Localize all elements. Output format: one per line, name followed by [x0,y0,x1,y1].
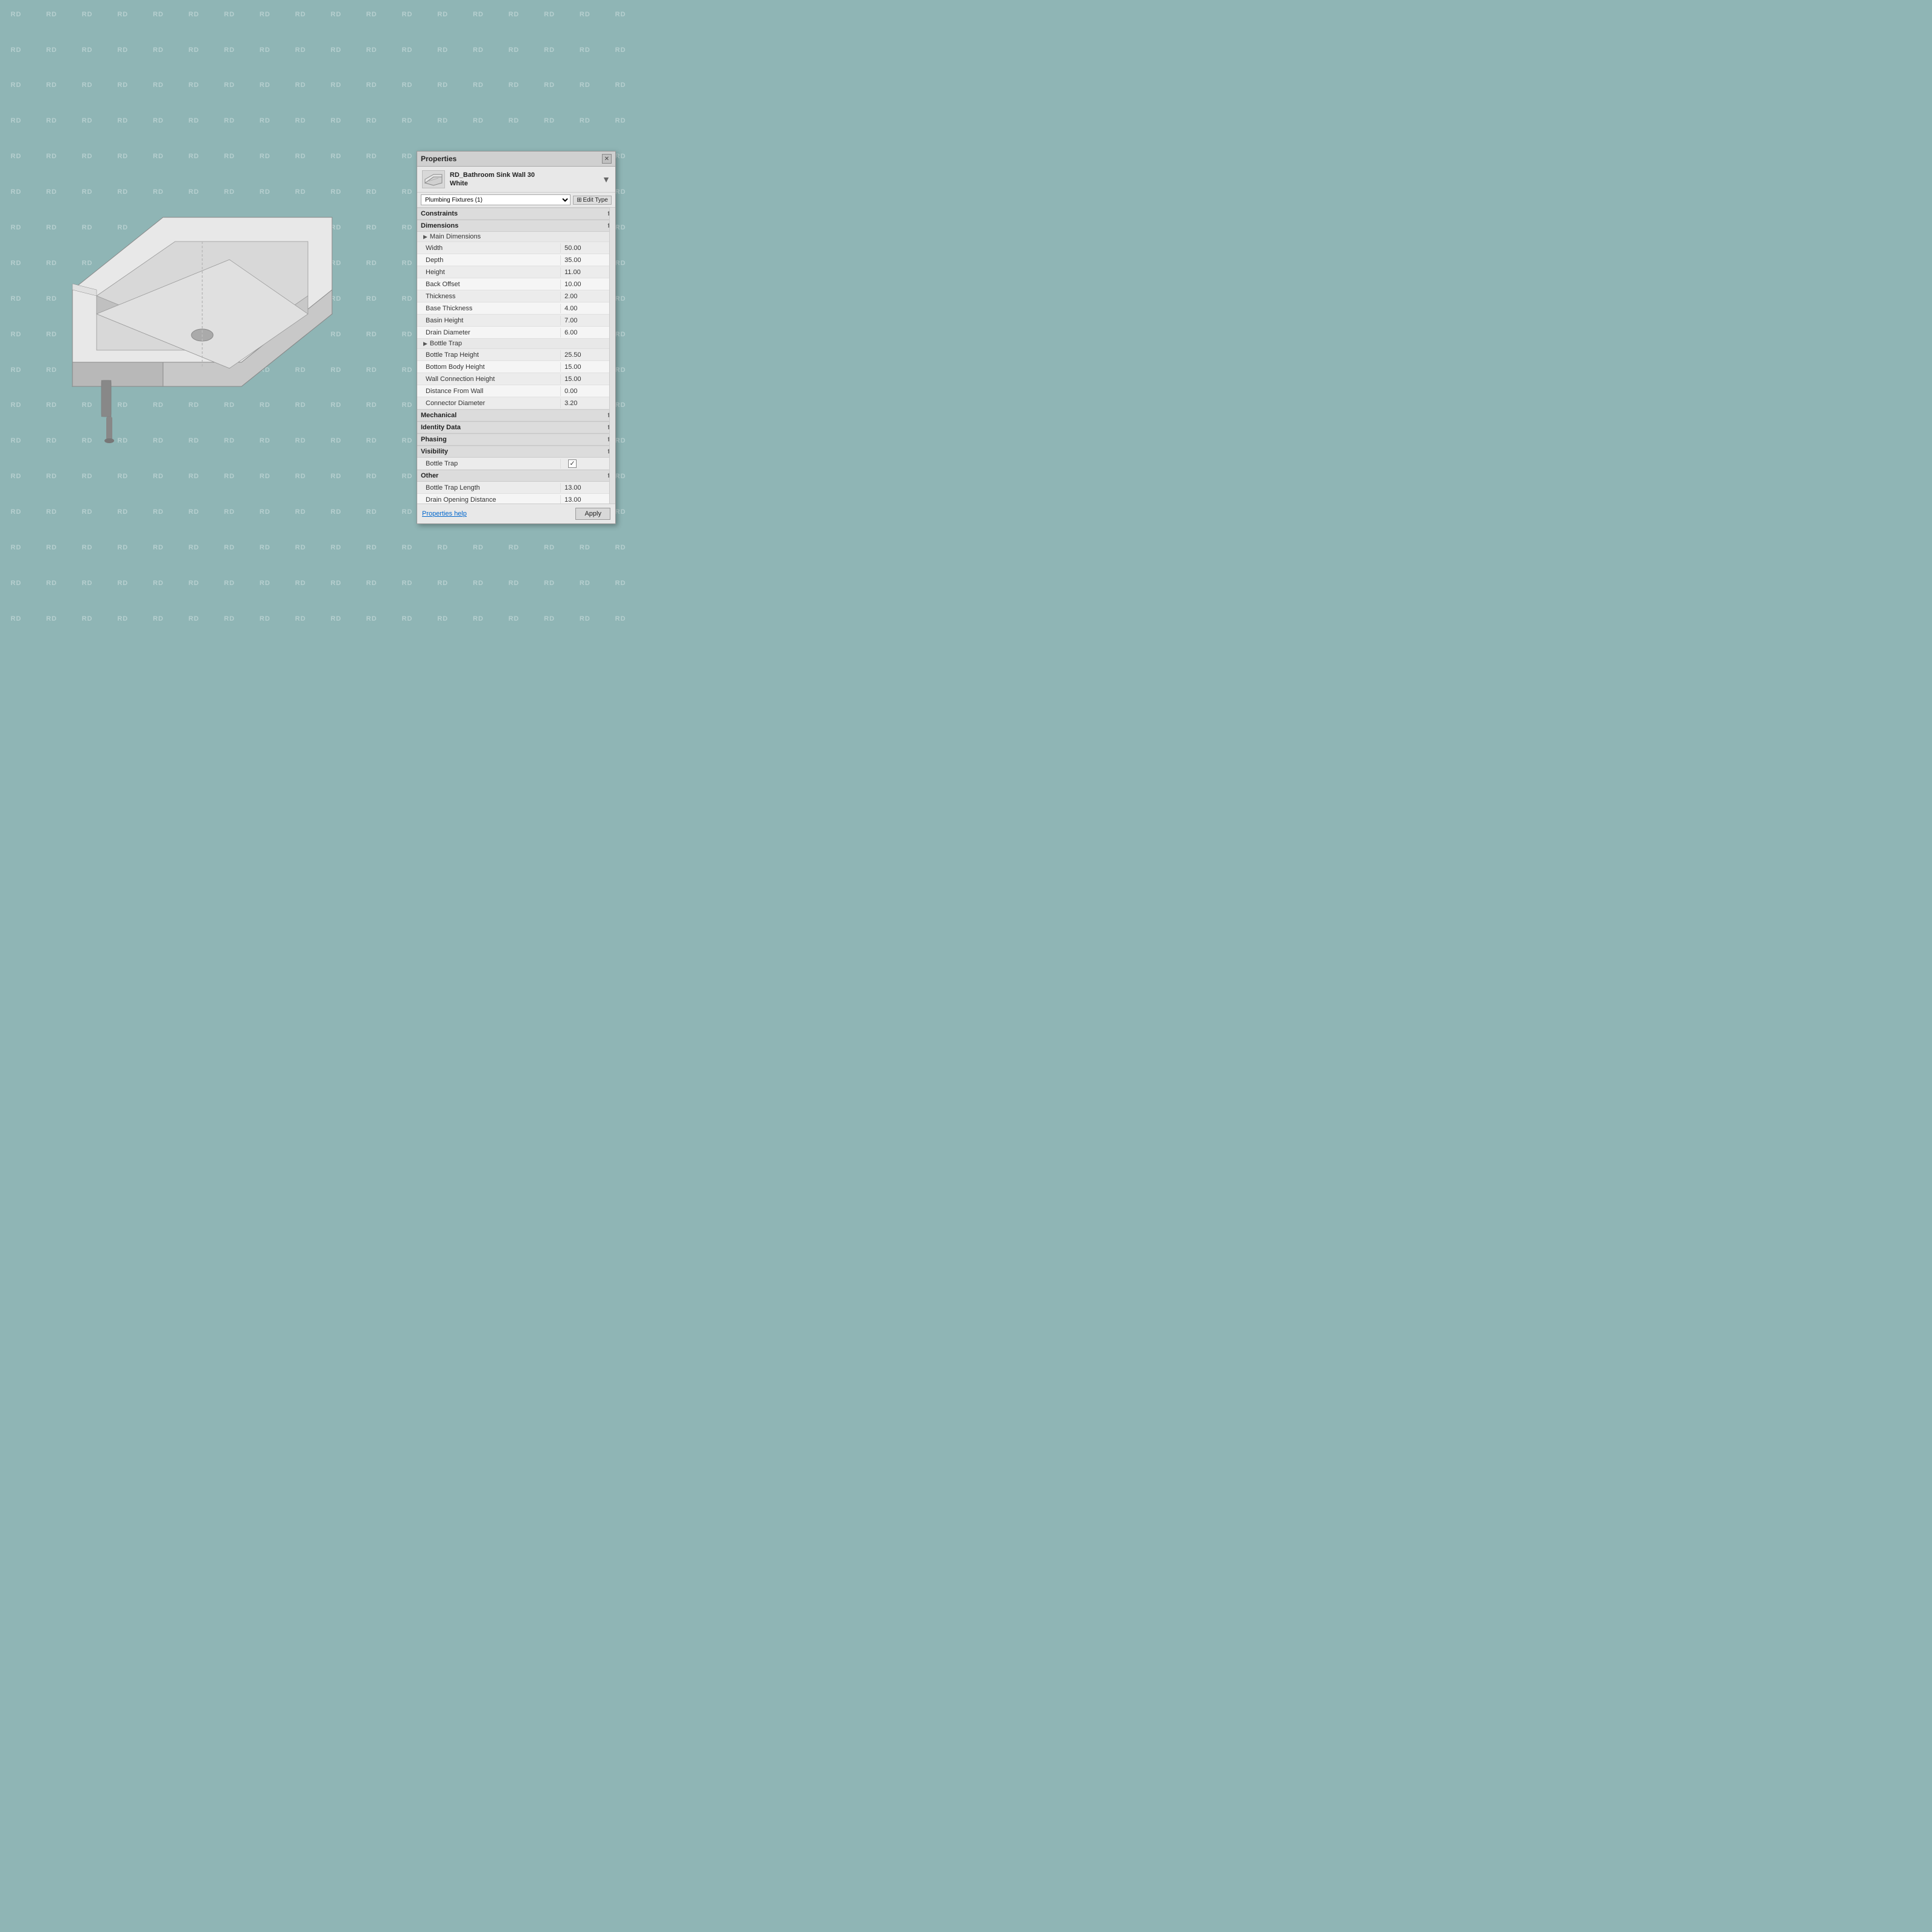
dropdown-arrow-icon[interactable]: ▼ [602,174,610,184]
prop-value[interactable]: 35.00 [561,255,615,265]
category-select[interactable]: Plumbing Fixtures (1) [421,194,571,205]
prop-label: Width [417,243,561,253]
sink-3d-illustration [36,181,374,459]
panel-titlebar: Properties ✕ [417,152,615,167]
prop-label: Wall Connection Height [417,374,561,384]
other-label: Other [421,472,438,479]
table-row: Bottle Trap Height 25.50 [417,349,615,361]
table-row: Thickness 2.00 [417,290,615,302]
table-row: Base Thickness 4.00 [417,302,615,315]
dimensions-section-header[interactable]: Dimensions ⬆ [417,220,615,232]
panel-footer: Properties help Apply [417,504,615,523]
bottle-trap-label: Bottle Trap [430,340,462,347]
other-section-header[interactable]: Other ⬆ [417,470,615,482]
prop-label: Basin Height [417,316,561,325]
prop-value[interactable]: 13.00 [561,483,615,493]
properties-panel: Properties ✕ RD_Bathroom Sink Wall 30 Wh… [417,151,616,524]
bottle-trap-visibility-value: ✓ [561,458,615,469]
table-row: Distance From Wall 0.00 [417,385,615,397]
main-dimensions-subsection[interactable]: ▶ Main Dimensions [417,232,615,242]
prop-value[interactable]: 15.00 [561,362,615,372]
table-row: Connector Diameter 3.20 [417,397,615,409]
visibility-label: Visibility [421,448,448,455]
bottle-trap-arrow: ▶ [423,341,427,347]
mechanical-section-header[interactable]: Mechanical ⬆ [417,409,615,421]
prop-value[interactable]: 25.50 [561,350,615,360]
table-row: Width 50.00 [417,242,615,254]
filter-dropdown-row: Plumbing Fixtures (1) ⊞ Edit Type [417,193,615,208]
panel-header: RD_Bathroom Sink Wall 30 White ▼ [417,167,615,193]
prop-label: Connector Diameter [417,398,561,408]
panel-body: Constraints ⬆ Dimensions ⬆ ▶ Main Dimens… [417,208,615,504]
prop-value[interactable]: 10.00 [561,280,615,289]
phasing-label: Phasing [421,436,447,443]
prop-value[interactable]: 50.00 [561,243,615,253]
visibility-section-header[interactable]: Visibility ⬆ [417,446,615,458]
other-rows: Bottle Trap Length 13.00 Drain Opening D… [417,482,615,504]
panel-title: Properties [421,155,456,163]
element-name: RD_Bathroom Sink Wall 30 White [450,171,535,188]
dimensions-label: Dimensions [421,222,458,229]
bottle-trap-subsection[interactable]: ▶ Bottle Trap [417,339,615,349]
bottle-trap-checkbox[interactable]: ✓ [568,459,577,468]
panel-body-scroll[interactable]: Constraints ⬆ Dimensions ⬆ ▶ Main Dimens… [417,208,615,504]
scrollbar[interactable] [609,208,615,504]
table-row: Depth 35.00 [417,254,615,266]
prop-value[interactable]: 0.00 [561,386,615,396]
element-name-line2: White [450,179,535,188]
prop-value[interactable]: 4.00 [561,304,615,313]
constraints-label: Constraints [421,210,458,217]
prop-label: Drain Diameter [417,328,561,337]
bottle-trap-visibility-label: Bottle Trap [417,459,561,469]
table-row: Bottle Trap Length 13.00 [417,482,615,494]
bottle-trap-visibility-row: Bottle Trap ✓ [417,458,615,470]
table-row: Height 11.00 [417,266,615,278]
prop-label: Bottle Trap Length [417,483,561,493]
prop-label: Bottom Body Height [417,362,561,372]
bottle-trap-rows: Bottle Trap Height 25.50 Bottom Body Hei… [417,349,615,409]
phasing-section-header[interactable]: Phasing ⬆ [417,433,615,446]
prop-label: Base Thickness [417,304,561,313]
element-icon [422,170,445,188]
table-row: Drain Diameter 6.00 [417,327,615,339]
prop-value[interactable]: 3.20 [561,398,615,408]
prop-value[interactable]: 6.00 [561,328,615,337]
identity-data-label: Identity Data [421,424,461,431]
prop-label: Height [417,267,561,277]
prop-value[interactable]: 13.00 [561,495,615,504]
prop-value[interactable]: 11.00 [561,267,615,277]
prop-value[interactable]: 2.00 [561,292,615,301]
prop-label: Depth [417,255,561,265]
close-button[interactable]: ✕ [602,154,612,164]
prop-label: Bottle Trap Height [417,350,561,360]
constraints-section-header[interactable]: Constraints ⬆ [417,208,615,220]
main-dimensions-label: Main Dimensions [430,233,481,240]
identity-data-section-header[interactable]: Identity Data ⬆ [417,421,615,433]
table-row: Bottom Body Height 15.00 [417,361,615,373]
dimension-rows: Width 50.00 Depth 35.00 Height 11.00 Bac… [417,242,615,339]
mechanical-label: Mechanical [421,412,456,419]
edit-type-button[interactable]: ⊞ Edit Type [573,196,612,205]
table-row: Drain Opening Distance 13.00 [417,494,615,504]
prop-value[interactable]: 15.00 [561,374,615,384]
prop-label: Drain Opening Distance [417,495,561,504]
prop-label: Thickness [417,292,561,301]
properties-help-link[interactable]: Properties help [422,510,467,517]
table-row: Wall Connection Height 15.00 [417,373,615,385]
apply-button[interactable]: Apply [575,508,610,520]
element-name-line1: RD_Bathroom Sink Wall 30 [450,171,535,179]
main-dimensions-arrow: ▶ [423,234,427,240]
prop-label: Back Offset [417,280,561,289]
table-row: Back Offset 10.00 [417,278,615,290]
prop-value[interactable]: 7.00 [561,316,615,325]
prop-label: Distance From Wall [417,386,561,396]
table-row: Basin Height 7.00 [417,315,615,327]
